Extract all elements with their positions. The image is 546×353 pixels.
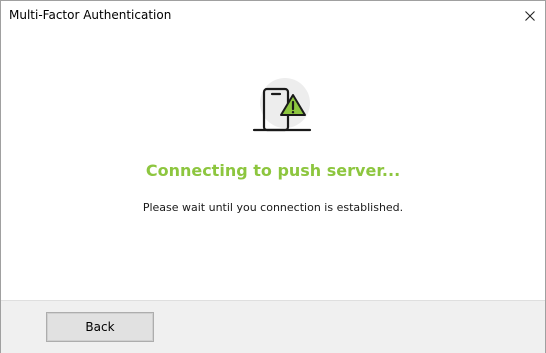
window-title: Multi-Factor Authentication [9,8,172,22]
warning-exclamation-dot [291,111,295,114]
dialog-footer: Back [1,300,545,353]
title-bar: Multi-Factor Authentication [1,1,545,31]
close-icon [525,11,535,21]
phone-with-warning-icon [252,78,312,132]
status-headline: Connecting to push server... [145,161,401,180]
close-button[interactable] [515,1,545,31]
dialog-content: Connecting to push server... Please wait… [1,31,545,299]
illustration-backdrop [260,78,310,128]
status-message: Please wait until you connection is esta… [142,201,404,214]
back-button[interactable]: Back [46,312,154,342]
mfa-dialog-window: Multi-Factor Authentication Connecting t… [0,0,546,353]
